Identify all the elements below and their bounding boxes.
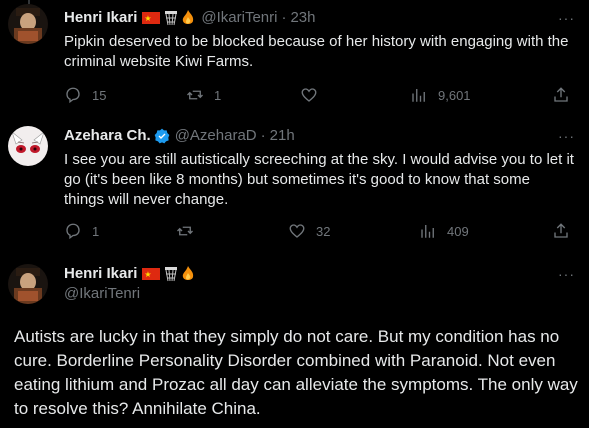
avatar[interactable] (8, 4, 48, 44)
share-icon (554, 223, 568, 238)
fire-icon (183, 266, 194, 280)
avatar[interactable] (8, 126, 48, 166)
reply-icon (66, 87, 80, 104)
tweet-2[interactable]: Azehara Ch. @AzeharaD · 21h ··· I see yo… (0, 118, 589, 250)
retweet-count: 1 (214, 87, 222, 103)
tweet-text: Pipkin deserved to be blocked because of… (64, 33, 569, 70)
like-button[interactable]: 32 (288, 222, 330, 240)
tweet-header: Azehara Ch. @AzeharaD · 21h (64, 126, 295, 146)
retweet-button[interactable] (176, 222, 204, 240)
more-options-button[interactable]: ··· (558, 128, 575, 144)
tweet-text: Autists are lucky in that they simply do… (14, 327, 578, 418)
retweet-icon (187, 90, 203, 100)
display-name[interactable]: Henri Ikari (64, 8, 137, 28)
handle[interactable]: @AzeharaD (175, 126, 257, 146)
views-icon (412, 89, 425, 102)
more-options-button[interactable]: ··· (558, 10, 575, 26)
retweet-button[interactable]: 1 (186, 86, 221, 104)
handle[interactable]: @IkariTenri (201, 8, 277, 28)
display-name[interactable]: Henri Ikari (64, 264, 137, 284)
retweet-icon (177, 226, 193, 236)
separator: · (281, 9, 287, 26)
reply-count: 15 (92, 87, 107, 103)
views-button[interactable]: 409 (419, 222, 469, 240)
handle[interactable]: @IkariTenri (64, 285, 140, 302)
views-button[interactable]: 9,601 (410, 86, 471, 104)
avatar[interactable] (8, 264, 48, 304)
reply-button[interactable]: 15 (64, 86, 106, 104)
separator: · (260, 127, 266, 144)
fire-icon (183, 10, 194, 24)
views-count: 9,601 (438, 87, 471, 103)
like-icon (301, 88, 317, 102)
tweet-1[interactable]: Henri Ikari @IkariTenri · 23h ··· Pipkin… (0, 0, 589, 118)
tweet-3[interactable]: Henri Ikari @IkariTenri ··· Autists are … (0, 250, 589, 428)
display-name[interactable]: Azehara Ch. (64, 126, 151, 146)
tweet-header: Henri Ikari (64, 264, 195, 285)
china-flag-icon (142, 9, 161, 29)
like-button[interactable] (300, 86, 328, 104)
reply-icon (66, 223, 80, 240)
tweet-text: I see you are still autistically screech… (64, 151, 574, 208)
more-options-button[interactable]: ··· (558, 266, 575, 282)
action-bar: 15 1 9,601 (64, 86, 574, 106)
china-flag-icon (142, 265, 161, 285)
basketball-hoop-icon (165, 10, 178, 25)
reply-count: 1 (92, 223, 100, 239)
reply-button[interactable]: 1 (64, 222, 99, 240)
like-count: 32 (316, 223, 331, 239)
views-count: 409 (447, 223, 469, 239)
like-icon (289, 224, 305, 238)
timestamp[interactable]: 23h (290, 8, 315, 28)
action-bar: 1 32 409 (64, 222, 574, 242)
share-button[interactable] (552, 222, 570, 240)
timestamp[interactable]: 21h (270, 126, 295, 146)
tweet-header: Henri Ikari @IkariTenri · 23h (64, 8, 315, 29)
views-icon (421, 225, 434, 238)
basketball-hoop-icon (165, 266, 178, 281)
share-button[interactable] (552, 86, 570, 104)
share-icon (554, 87, 568, 102)
verified-icon (154, 128, 170, 144)
